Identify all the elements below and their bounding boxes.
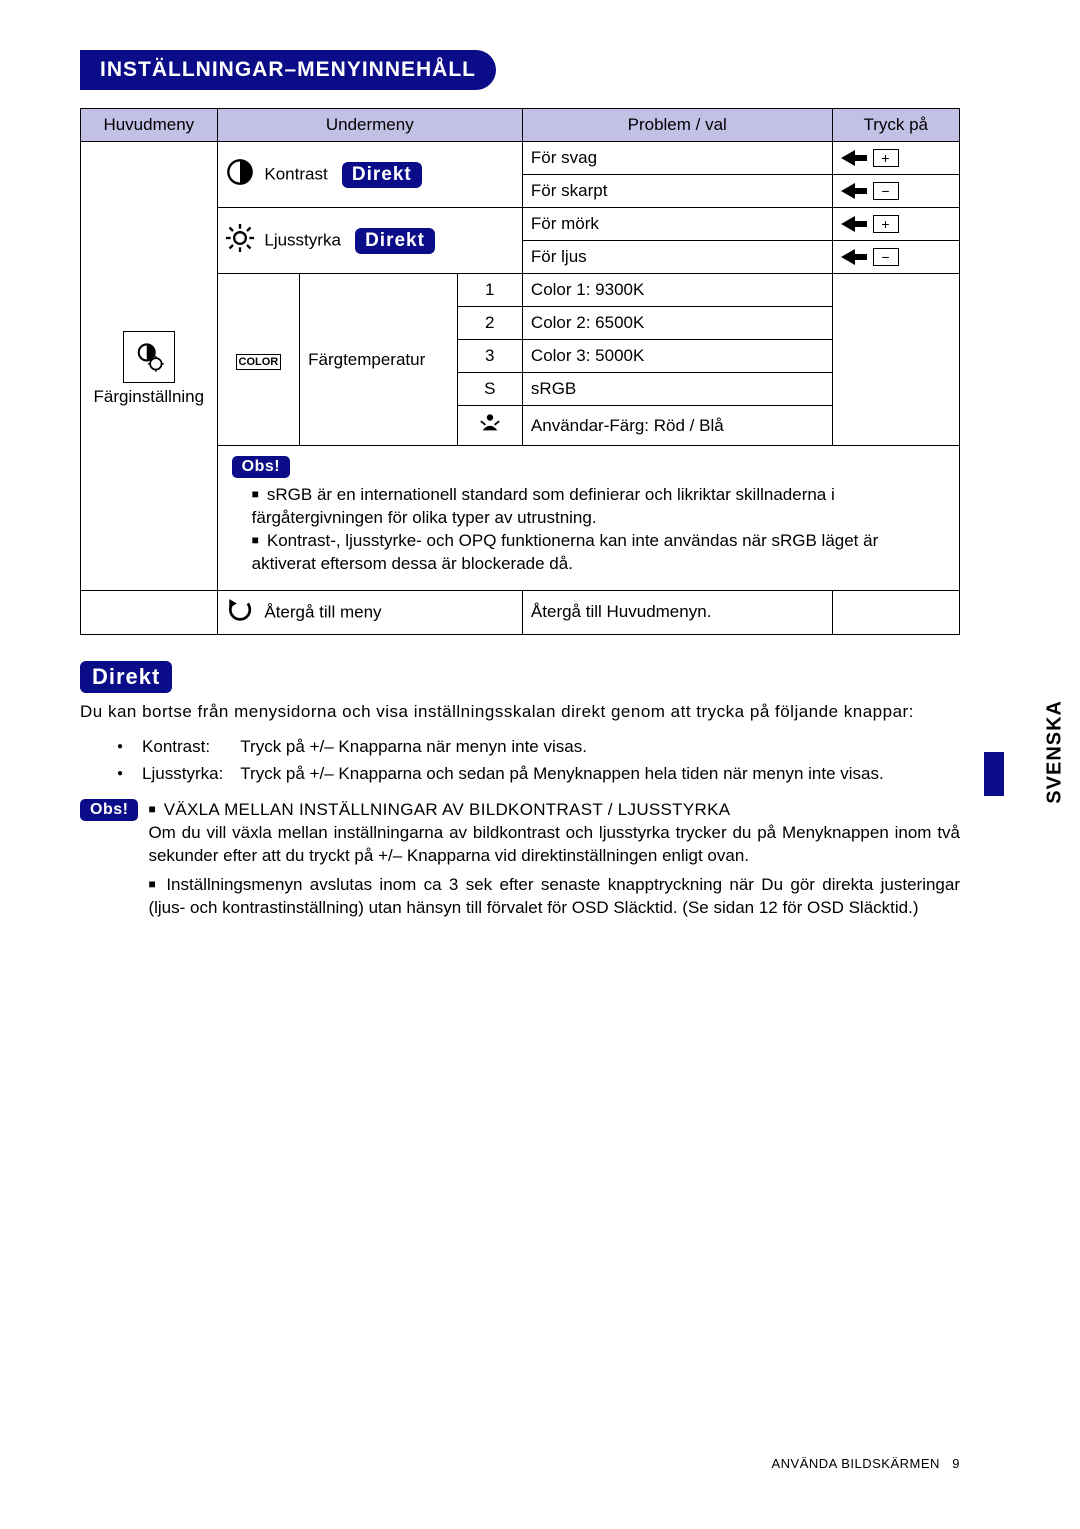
left-arrow-icon — [841, 183, 867, 199]
obs2-switch: VÄXLA MELLAN INSTÄLLNINGAR AV BILDKONTRA… — [148, 799, 960, 868]
direkt-intro: Du kan bortse från menysidorna och visa … — [80, 701, 960, 724]
brightness-icon — [226, 224, 260, 257]
press-minus: − — [832, 241, 960, 274]
huvud-empty — [81, 590, 218, 634]
plus-button-icon: + — [873, 149, 899, 167]
language-label: SVENSKA — [1044, 700, 1067, 804]
direkt-bullets: Kontrast: Tryck på +/– Knapparna när men… — [114, 732, 887, 790]
ljusstyrka-label: Ljusstyrka — [264, 231, 341, 250]
press-plus: + — [832, 208, 960, 241]
obs2-switch-text: Om du vill växla mellan inställningarna … — [148, 823, 960, 865]
direkt-heading: Direkt — [80, 661, 172, 693]
minus-button-icon: − — [873, 182, 899, 200]
col-problem: Problem / val — [522, 109, 832, 142]
obs2-close-text: Inställningsmenyn avslutas inom ca 3 sek… — [148, 875, 960, 917]
col-tryck: Tryck på — [832, 109, 960, 142]
contrast-icon — [226, 158, 260, 191]
opt-2: 2 — [457, 307, 522, 340]
opt-s: S — [457, 373, 522, 406]
direkt-badge: Direkt — [342, 162, 422, 188]
obs-note-cell: Obs! sRGB är en internationell standard … — [217, 446, 959, 591]
aterga-desc: Återgå till Huvudmenyn. — [522, 590, 832, 634]
direkt-kontrast-text: Tryck på +/– Knapparna när menyn inte vi… — [239, 734, 884, 760]
submenu-ljusstyrka: Ljusstyrka Direkt — [217, 208, 522, 274]
language-indicator-bar — [984, 752, 1004, 796]
fargtemperatur-label: Färgtemperatur — [300, 274, 457, 446]
aterga-label: Återgå till meny — [264, 602, 381, 621]
left-arrow-icon — [841, 216, 867, 232]
press-minus: − — [832, 175, 960, 208]
direkt-ljus-text: Tryck på +/– Knapparna och sedan på Meny… — [239, 761, 884, 787]
obs-note-srgb: sRGB är en internationell standard som d… — [252, 484, 945, 530]
page-title: INSTÄLLNINGAR–MENYINNEHÅLL — [80, 50, 496, 90]
page-footer: ANVÄNDA BILDSKÄRMEN 9 — [771, 1456, 960, 1471]
minus-button-icon: − — [873, 248, 899, 266]
obs-badge: Obs! — [232, 456, 290, 478]
srgb: sRGB — [522, 373, 832, 406]
col-huvudmeny: Huvudmeny — [81, 109, 218, 142]
prob-for-ljus: För ljus — [522, 241, 832, 274]
prob-for-skarpt: För skarpt — [522, 175, 832, 208]
return-icon — [226, 597, 260, 628]
obs2-switch-title: VÄXLA MELLAN INSTÄLLNINGAR AV BILDKONTRA… — [164, 800, 731, 819]
direkt-badge: Direkt — [355, 228, 435, 254]
direkt-ljus-label: Ljusstyrka: — [141, 761, 237, 787]
press-plus: + — [832, 142, 960, 175]
color3: Color 3: 5000K — [522, 340, 832, 373]
huvudmeny-label: Färginställning — [94, 387, 205, 406]
obs-badge-2: Obs! — [80, 799, 138, 821]
settings-table: Huvudmeny Undermeny Problem / val Tryck … — [80, 108, 960, 635]
col-undermeny: Undermeny — [217, 109, 522, 142]
color2: Color 2: 6500K — [522, 307, 832, 340]
footer-text: ANVÄNDA BILDSKÄRMEN — [771, 1456, 939, 1471]
prob-for-svag: För svag — [522, 142, 832, 175]
prob-for-mork: För mörk — [522, 208, 832, 241]
user-color-icon — [479, 412, 501, 434]
submenu-aterga: Återgå till meny — [217, 590, 522, 634]
direkt-kontrast-label: Kontrast: — [141, 734, 237, 760]
color1: Color 1: 9300K — [522, 274, 832, 307]
opt-1: 1 — [457, 274, 522, 307]
submenu-kontrast: Kontrast Direkt — [217, 142, 522, 208]
opt-3: 3 — [457, 340, 522, 373]
obs-note-blocked: Kontrast-, ljusstyrke- och OPQ funktione… — [252, 530, 945, 576]
left-arrow-icon — [841, 249, 867, 265]
color-badge-cell: COLOR — [217, 274, 299, 446]
footer-page: 9 — [952, 1456, 960, 1471]
anv-farg: Användar-Färg: Röd / Blå — [522, 406, 832, 446]
plus-button-icon: + — [873, 215, 899, 233]
color-settings-icon — [123, 331, 175, 383]
huvudmeny-cell: Färginställning — [81, 142, 218, 591]
press-empty — [832, 590, 960, 634]
color-badge: COLOR — [236, 354, 282, 370]
obs2-close: Inställningsmenyn avslutas inom ca 3 sek… — [148, 874, 960, 920]
opt-user — [457, 406, 522, 446]
press-empty — [832, 274, 960, 446]
left-arrow-icon — [841, 150, 867, 166]
kontrast-label: Kontrast — [264, 165, 327, 184]
